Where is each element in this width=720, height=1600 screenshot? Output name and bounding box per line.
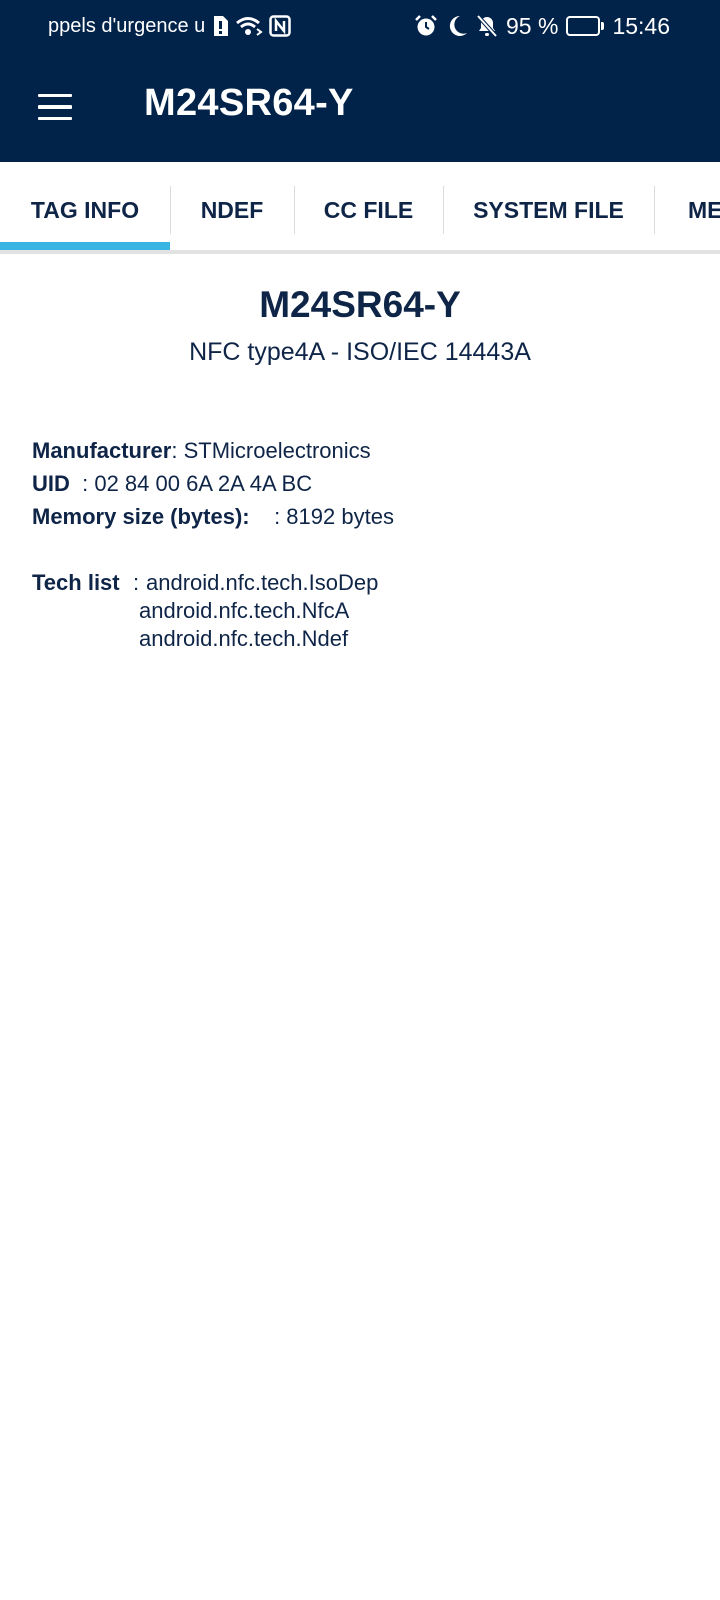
tab-cc-file[interactable]: CC FILE xyxy=(294,162,443,258)
status-left: ppels d'urgence u xyxy=(48,12,292,40)
tech-list-label: Tech list xyxy=(32,570,120,595)
tag-name: M24SR64-Y xyxy=(259,284,461,325)
nfc-icon xyxy=(269,15,292,37)
manufacturer-row: Manufacturer: STMicroelectronics xyxy=(32,438,371,464)
manufacturer-label: Manufacturer xyxy=(32,438,172,463)
tab-bar: TAG INFO NDEF CC FILE SYSTEM FILE ME xyxy=(0,162,720,258)
memory-label: Memory size (bytes): xyxy=(32,504,250,529)
battery-percent: 95 % xyxy=(506,12,559,39)
alarm-icon xyxy=(414,14,438,38)
status-bar: ppels d'urgence u 95 % 15:46 xyxy=(0,0,720,52)
memory-row: Memory size (bytes): : 8192 bytes xyxy=(32,504,394,530)
app-bar: M24SR64-Y xyxy=(0,52,720,162)
carrier-text: ppels d'urgence u xyxy=(48,14,206,37)
tech-list-item: android.nfc.tech.NfcA xyxy=(139,598,350,623)
tech-list-item: android.nfc.tech.IsoDep xyxy=(146,570,379,595)
sim-alert-icon xyxy=(211,15,229,37)
tab-memory[interactable]: ME xyxy=(654,162,720,258)
tech-list-separator: : xyxy=(133,570,140,595)
tab-ndef[interactable]: NDEF xyxy=(170,162,294,258)
manufacturer-value: : STMicroelectronics xyxy=(171,438,371,463)
status-right: 95 % 15:46 xyxy=(414,12,670,40)
tech-list: Tech list : android.nfc.tech.IsoDep andr… xyxy=(32,570,378,651)
uid-row: UID : 02 84 00 6A 2A 4A BC xyxy=(32,471,312,497)
app-title: M24SR64-Y xyxy=(144,82,354,124)
tag-type: NFC type4A - ISO/IEC 14443A xyxy=(189,338,531,366)
bell-off-icon xyxy=(476,14,498,38)
uid-value: : 02 84 00 6A 2A 4A BC xyxy=(82,471,313,496)
wifi-icon xyxy=(235,15,263,37)
tech-list-item: android.nfc.tech.Ndef xyxy=(139,626,349,651)
battery-icon xyxy=(566,16,605,36)
hamburger-menu-icon[interactable] xyxy=(30,85,80,129)
moon-icon xyxy=(446,14,468,38)
memory-value: : 8192 bytes xyxy=(274,504,394,529)
tab-system-file[interactable]: SYSTEM FILE xyxy=(443,162,654,258)
tab-baseline xyxy=(0,250,720,254)
clock: 15:46 xyxy=(612,12,670,39)
uid-label: UID xyxy=(32,471,70,496)
tab-active-indicator xyxy=(0,242,170,250)
